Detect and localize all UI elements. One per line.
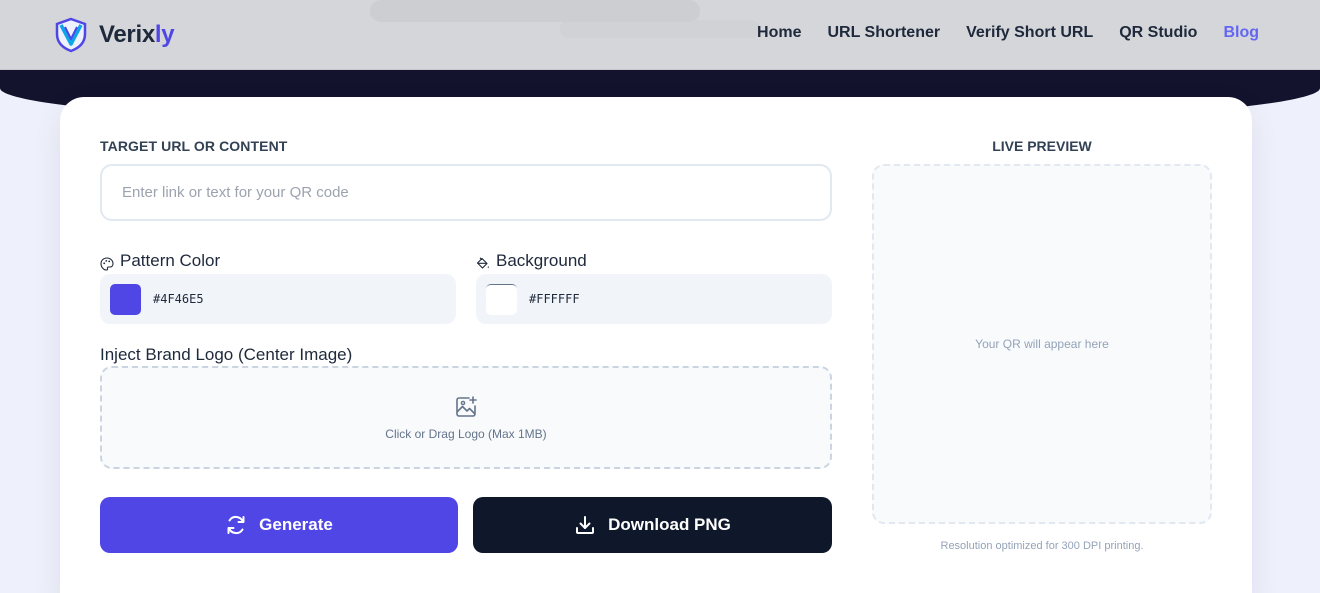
image-plus-icon [456, 395, 477, 417]
target-url-label: TARGET URL OR CONTENT [100, 138, 288, 154]
qr-generator-card: TARGET URL OR CONTENT Pattern Color #4F4… [60, 97, 1252, 593]
generate-button[interactable]: Generate [100, 497, 458, 553]
generate-button-label: Generate [259, 515, 333, 534]
palette-icon [100, 257, 114, 271]
refresh-icon [227, 515, 245, 535]
logo-upload-label: Inject Brand Logo (Center Image) [100, 345, 353, 364]
nav-qr-studio[interactable]: QR Studio [1119, 24, 1197, 42]
nav-url-shortener[interactable]: URL Shortener [827, 24, 940, 42]
nav-blog[interactable]: Blog [1223, 24, 1259, 42]
pattern-color-picker[interactable]: #4F46E5 [100, 274, 456, 324]
top-navbar: Verixly Home URL Shortener Verify Short … [0, 0, 1320, 70]
background-color-picker[interactable]: #FFFFFF [476, 274, 832, 324]
logo-dropzone[interactable]: Click or Drag Logo (Max 1MB) [100, 366, 832, 469]
download-button-label: Download PNG [608, 515, 731, 534]
pattern-color-swatch[interactable] [110, 283, 141, 315]
main-nav: Home URL Shortener Verify Short URL QR S… [757, 24, 1259, 42]
brand-name: Verixly [99, 21, 175, 48]
pattern-color-label: Pattern Color [120, 251, 221, 270]
resolution-note: Resolution optimized for 300 DPI printin… [940, 540, 1144, 552]
shield-v-logo-icon [55, 17, 87, 53]
nav-verify-short-url[interactable]: Verify Short URL [966, 24, 1093, 42]
brand-logo[interactable]: Verixly [53, 17, 175, 53]
download-icon [576, 516, 595, 534]
background-color-label: Background [496, 251, 587, 270]
blurred-background-shape [370, 0, 700, 22]
pattern-color-label-row: Pattern Color [100, 251, 220, 271]
qr-preview-placeholder: Your QR will appear here [975, 337, 1109, 351]
logo-dropzone-text: Click or Drag Logo (Max 1MB) [385, 426, 547, 441]
blurred-background-shape [560, 20, 760, 38]
pattern-color-value[interactable]: #4F46E5 [153, 292, 204, 306]
live-preview-title: LIVE PREVIEW [992, 138, 1092, 154]
background-color-swatch[interactable] [486, 283, 517, 315]
download-png-button[interactable]: Download PNG [473, 497, 832, 553]
qr-preview-area: Your QR will appear here [872, 164, 1212, 524]
paint-bucket-icon [476, 257, 489, 269]
target-url-input[interactable] [100, 164, 832, 221]
nav-home[interactable]: Home [757, 24, 801, 42]
background-color-value[interactable]: #FFFFFF [529, 292, 580, 306]
background-color-label-row: Background [476, 251, 587, 271]
